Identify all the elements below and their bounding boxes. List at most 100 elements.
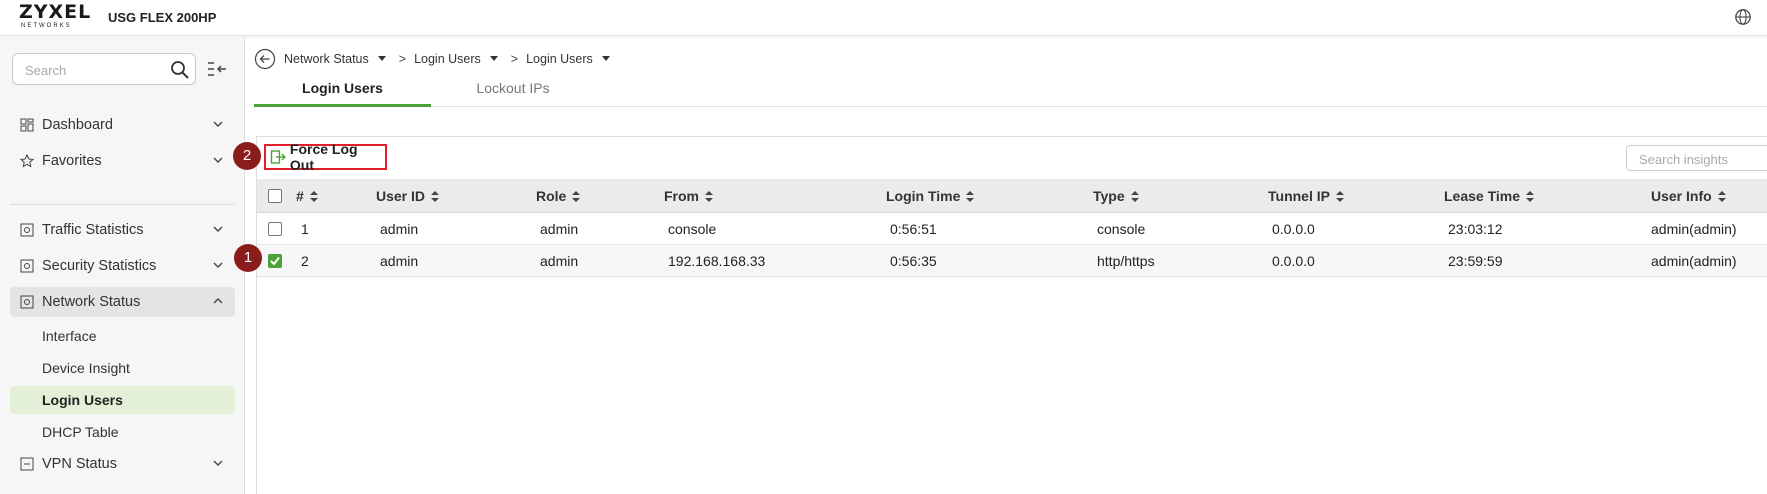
breadcrumb-separator: > (398, 52, 407, 66)
sidebar-item-security-statistics[interactable]: Security Statistics (10, 251, 235, 281)
column-header-type[interactable]: Type (1093, 179, 1139, 213)
vpn-icon (20, 457, 34, 471)
cell-type: http/https (1097, 253, 1155, 269)
column-header-user-id[interactable]: User ID (376, 179, 440, 213)
select-all-checkbox[interactable] (268, 189, 282, 203)
sidebar-subitem-dhcp-table[interactable]: DHCP Table (10, 418, 235, 446)
zyxel-logo[interactable]: ZYXEL NETWORKS (19, 1, 92, 32)
cell-tunnel-ip: 0.0.0.0 (1272, 221, 1315, 237)
brand-name: ZYXEL (19, 1, 92, 23)
sidebar-subitem-login-users[interactable]: Login Users (10, 386, 235, 414)
sort-icon (1130, 190, 1139, 202)
top-bar: ZYXEL NETWORKS USG FLEX 200HP (0, 0, 1767, 36)
chevron-down-icon (213, 157, 223, 163)
sidebar-subitem-label: Interface (42, 328, 97, 344)
traffic-icon (20, 223, 34, 237)
row-checkbox[interactable] (268, 222, 282, 236)
sort-icon (431, 190, 440, 202)
sidebar: Dashboard Favorites Traffic Statistics S… (0, 36, 245, 494)
device-model: USG FLEX 200HP (108, 10, 217, 25)
sidebar-search[interactable] (12, 53, 196, 85)
cell-role: admin (540, 221, 579, 237)
sidebar-item-label: Dashboard (42, 117, 113, 133)
breadcrumb-item[interactable]: Login Users (526, 52, 593, 66)
breadcrumb-separator: > (510, 52, 519, 66)
caret-down-icon[interactable] (489, 55, 499, 63)
back-arrow-icon[interactable] (254, 48, 276, 70)
sidebar-item-dashboard[interactable]: Dashboard (10, 110, 235, 140)
cell-role: admin (540, 253, 579, 269)
network-status-icon (20, 295, 34, 309)
cell-tunnel-ip: 0.0.0.0 (1272, 253, 1315, 269)
dashboard-icon (20, 118, 34, 132)
column-header-from[interactable]: From (664, 179, 713, 213)
sidebar-item-favorites[interactable]: Favorites (10, 146, 235, 176)
column-header-num[interactable]: # (296, 179, 318, 213)
chevron-down-icon (213, 460, 223, 466)
sidebar-divider (10, 204, 235, 205)
logout-icon (270, 150, 286, 164)
chevron-down-icon (213, 262, 223, 268)
tab-login-users[interactable]: Login Users (254, 78, 431, 107)
search-insights-input[interactable] (1639, 150, 1759, 168)
breadcrumb-item[interactable]: Login Users (414, 52, 481, 66)
brand-sub: NETWORKS (21, 23, 72, 29)
sidebar-item-label: Network Status (42, 294, 141, 310)
sidebar-subitem-interface[interactable]: Interface (10, 322, 235, 350)
caret-down-icon[interactable] (377, 55, 387, 63)
caret-down-icon[interactable] (601, 55, 611, 63)
sort-icon (705, 190, 713, 202)
cell-user-info: admin(admin) (1651, 221, 1737, 237)
cell-num: 1 (301, 221, 309, 237)
column-label: # (296, 188, 304, 204)
column-label: User ID (376, 188, 426, 204)
table-header: # User ID Role From Login Time Type Tunn… (257, 179, 1767, 213)
security-icon (20, 259, 34, 273)
sidebar-subitem-label: Device Insight (42, 360, 130, 376)
cell-user-id: admin (380, 221, 419, 237)
column-label: Login Time (886, 188, 961, 204)
cell-num: 2 (301, 253, 309, 269)
tab-lockout-ips[interactable]: Lockout IPs (431, 78, 595, 107)
row-checkbox-checked[interactable] (268, 254, 282, 268)
table-row[interactable]: 1 admin admin console 0:56:51 console 0.… (257, 213, 1767, 245)
table-row[interactable]: 2 admin admin 192.168.168.33 0:56:35 htt… (257, 245, 1767, 277)
cell-user-id: admin (380, 253, 419, 269)
search-icon[interactable] (170, 60, 190, 80)
cell-user-info: admin(admin) (1651, 253, 1737, 269)
sidebar-subitem-device-insight[interactable]: Device Insight (10, 354, 235, 382)
globe-icon[interactable] (1734, 8, 1752, 26)
column-label: Type (1093, 188, 1125, 204)
cell-login-time: 0:56:51 (890, 221, 937, 237)
chevron-down-icon (213, 226, 223, 232)
sidebar-item-traffic-statistics[interactable]: Traffic Statistics (10, 215, 235, 245)
sidebar-item-label: Security Statistics (42, 258, 157, 274)
column-header-login-time[interactable]: Login Time (886, 179, 975, 213)
sidebar-item-label: Traffic Statistics (42, 222, 144, 238)
sort-icon (309, 190, 318, 202)
star-icon (20, 154, 34, 168)
sort-icon (1717, 190, 1726, 202)
column-label: Tunnel IP (1268, 188, 1330, 204)
sidebar-search-input[interactable] (25, 60, 165, 80)
column-header-role[interactable]: Role (536, 179, 581, 213)
breadcrumb-item[interactable]: Network Status (284, 52, 369, 66)
column-header-user-info[interactable]: User Info (1651, 179, 1726, 213)
sort-icon (572, 190, 581, 202)
collapse-sidebar-icon[interactable] (206, 60, 228, 78)
search-insights[interactable] (1626, 145, 1767, 171)
sidebar-item-network-status[interactable]: Network Status (10, 287, 235, 317)
column-label: User Info (1651, 188, 1712, 204)
checkmark-icon (270, 256, 280, 266)
column-header-tunnel-ip[interactable]: Tunnel IP (1268, 179, 1344, 213)
column-label: From (664, 188, 699, 204)
sort-icon (1335, 190, 1344, 202)
sidebar-item-vpn-status[interactable]: VPN Status (10, 449, 235, 479)
cell-type: console (1097, 221, 1146, 237)
sidebar-item-label: Favorites (42, 153, 102, 169)
cell-from: 192.168.168.33 (668, 253, 766, 269)
column-header-lease-time[interactable]: Lease Time (1444, 179, 1535, 213)
cell-from: console (668, 221, 717, 237)
force-log-out-button[interactable]: Force Log Out (264, 141, 387, 173)
sidebar-item-label: VPN Status (42, 456, 117, 472)
